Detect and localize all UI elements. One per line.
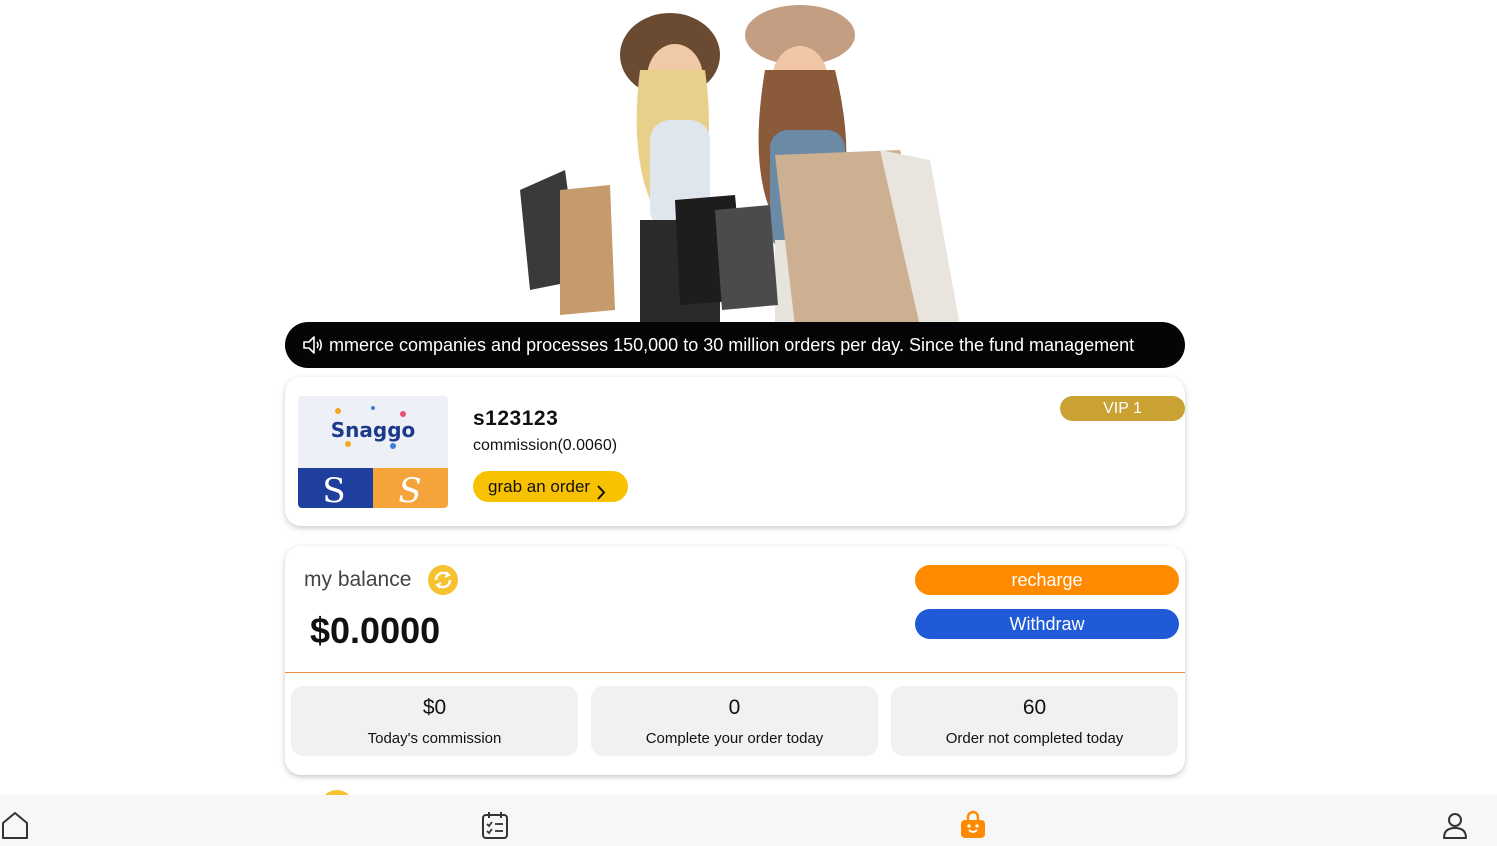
balance-amount: $0.0000	[310, 610, 441, 651]
chevron-right-icon	[596, 479, 606, 500]
stat-label: Order not completed today	[945, 730, 1124, 747]
home-icon[interactable]	[0, 810, 30, 840]
bottom-nav	[0, 795, 1497, 846]
stat-today-commission: $0 Today's commission	[291, 686, 578, 756]
stat-value: $0	[422, 696, 447, 719]
refresh-icon[interactable]	[427, 564, 459, 596]
grab-order-button[interactable]: grab an order	[473, 471, 628, 502]
notice-text: mmerce companies and processes 150,000 t…	[329, 335, 1135, 355]
user-card: S S Snaggo s123123 commission(0.0060) gr…	[285, 377, 1185, 526]
username: s123123	[473, 407, 559, 430]
speaker-icon	[301, 334, 325, 356]
svg-text:S: S	[322, 471, 345, 508]
withdraw-button[interactable]: Withdraw	[915, 609, 1179, 639]
commission-rate: commission(0.0060)	[473, 437, 618, 454]
recharge-button[interactable]: recharge	[915, 565, 1179, 595]
balance-card: my balance $0.0000 recharge Withdraw $0 …	[285, 546, 1185, 775]
hero-image	[500, 0, 970, 326]
grab-order-label: grab an order	[488, 477, 591, 496]
profile-icon[interactable]	[1440, 810, 1470, 840]
vip-badge: VIP 1	[1060, 396, 1185, 421]
notice-bar: mmerce companies and processes 150,000 t…	[285, 322, 1185, 368]
tasks-icon[interactable]	[480, 810, 510, 840]
stat-label: Today's commission	[367, 730, 502, 747]
stat-value: 0	[728, 696, 741, 719]
shopping-bag-icon[interactable]	[958, 810, 988, 840]
stat-value: 60	[1022, 696, 1047, 719]
logo-text: Snaggo	[330, 418, 416, 442]
stat-completed-orders: 0 Complete your order today	[591, 686, 878, 756]
balance-label: my balance	[304, 568, 412, 591]
stat-uncompleted-orders: 60 Order not completed today	[891, 686, 1178, 756]
stat-label: Complete your order today	[645, 730, 824, 747]
svg-text:S: S	[398, 471, 421, 508]
divider	[285, 672, 1185, 673]
app-logo: S S Snaggo	[298, 396, 448, 508]
